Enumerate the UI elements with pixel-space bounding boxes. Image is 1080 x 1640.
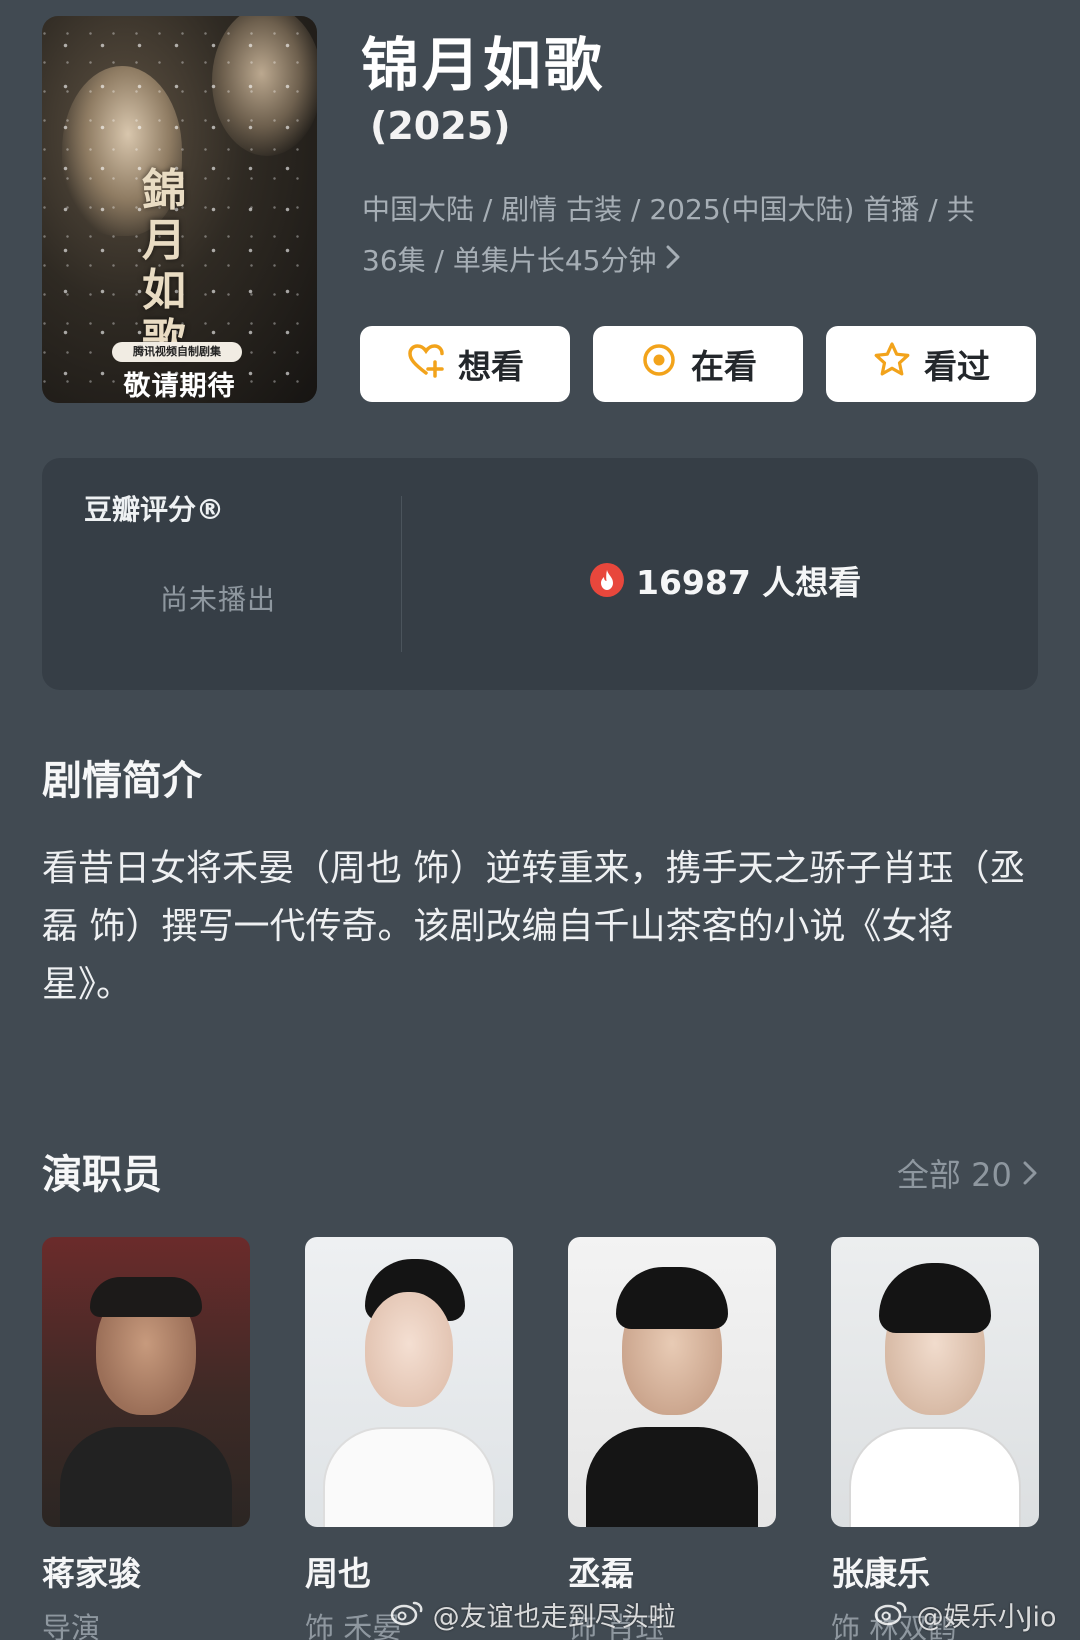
cast-photo-hair [616,1267,728,1329]
watched-label: 看过 [924,347,990,386]
cast-member[interactable]: 丞磊 饰 肖珏 [568,1237,776,1640]
watermark-right: @娱乐小Jio [874,1595,1057,1634]
weibo-icon [874,1601,917,1633]
action-buttons: 想看 在看 看过 [360,326,1036,402]
want-to-watch-label: 想看 [458,347,524,386]
cast-photo-body [586,1427,758,1527]
heart-plus-icon [406,340,446,388]
fire-icon [590,563,624,597]
cast-list: 蒋家骏 导演 周也 饰 禾晏 丞磊 饰 肖珏 张康乐 饰 林双鹤 [42,1237,1039,1640]
cast-photo-body [849,1427,1021,1527]
release-year: (2025) [370,104,511,148]
cast-name: 丞磊 [568,1554,634,1593]
synopsis-text[interactable]: 看昔日女将禾晏（周也 饰）逆转重来，携手天之骄子肖珏（丞磊 饰）撰写一代传奇。该… [42,840,1032,1014]
want-to-watch-button[interactable]: 想看 [360,326,570,402]
show-meta[interactable]: 中国大陆 / 剧情 古装 / 2025(中国大陆) 首播 / 共 36集 / 单… [362,184,1022,286]
cast-member[interactable]: 蒋家骏 导演 [42,1237,250,1640]
cast-photo [568,1237,776,1527]
cast-name: 张康乐 [831,1554,930,1593]
watermark-left-text: @友谊也走到尽头啦 [432,1602,676,1633]
cast-role: 导演 [42,1611,101,1640]
want-count-text: 16987 人想看 [636,563,862,602]
cast-title: 演职员 [42,1152,162,1198]
poster-tag: 腾讯视频自制剧集 [112,342,242,362]
cast-photo-body [323,1427,495,1527]
cast-name: 周也 [305,1554,371,1593]
cast-photo-face [365,1292,453,1407]
synopsis-title: 剧情简介 [42,758,202,804]
meta-line-2: 36集 / 单集片长45分钟 [362,244,657,277]
poster-calligraphy: 錦月如歌 [142,165,186,366]
cast-photo [42,1237,250,1527]
meta-line-1: 中国大陆 / 剧情 古装 / 2025(中国大陆) 首播 / 共 [362,193,975,226]
cast-photo-hair [90,1277,202,1317]
cast-photo-hair [879,1263,991,1333]
want-count: 16987 人想看 [590,556,861,604]
cast-see-all[interactable]: 全部 20 [897,1150,1038,1196]
poster-cta: 敬请期待 [123,371,236,402]
douban-rating-label: 豆瓣评分® [84,493,225,526]
cast-member[interactable]: 周也 饰 禾晏 [305,1237,513,1640]
watched-button[interactable]: 看过 [826,326,1036,402]
cast-photo-body [60,1427,232,1527]
rating-status: 尚未播出 [160,583,277,616]
cast-name: 蒋家骏 [42,1554,141,1593]
watching-label: 在看 [691,347,757,386]
watermark-right-text: @娱乐小Jio [916,1602,1057,1633]
cast-photo [831,1237,1039,1527]
cast-member[interactable]: 张康乐 饰 林双鹤 [831,1237,1039,1640]
watermark-left: @友谊也走到尽头啦 [390,1595,676,1634]
cast-photo [305,1237,513,1527]
poster-image[interactable]: 錦月如歌 腾讯视频自制剧集 敬请期待 [42,16,317,403]
weibo-icon [390,1601,433,1633]
page-title: 锦月如歌 [361,31,606,99]
star-outline-icon [872,340,912,388]
chevron-right-icon [665,235,681,286]
rating-card[interactable]: 豆瓣评分® 尚未播出 16987 人想看 [42,458,1038,690]
rating-divider [401,496,402,652]
watching-circle-icon [639,340,679,388]
cast-see-all-label: 全部 20 [896,1156,1012,1194]
watching-button[interactable]: 在看 [593,326,803,402]
chevron-right-icon [1022,1156,1038,1194]
